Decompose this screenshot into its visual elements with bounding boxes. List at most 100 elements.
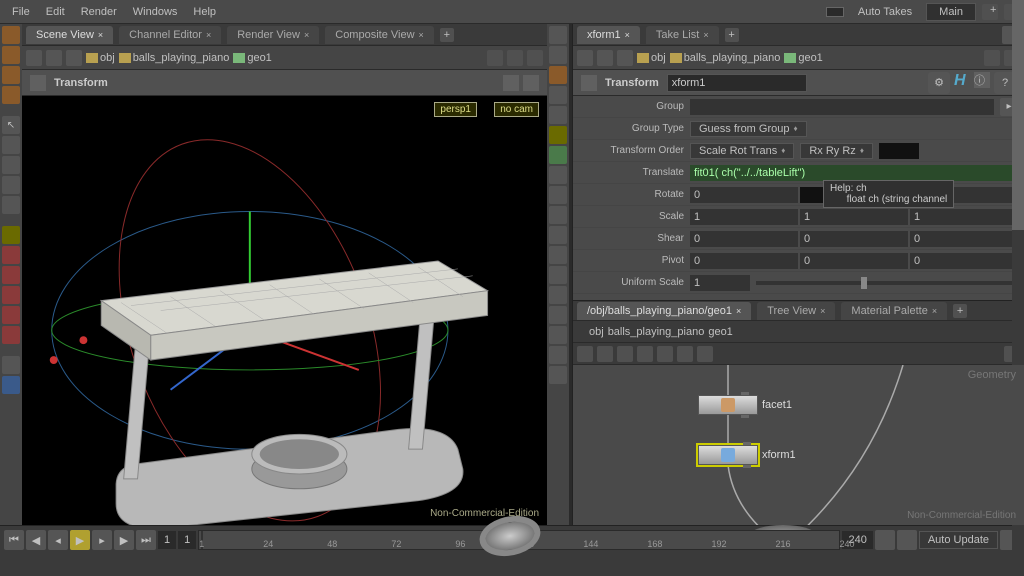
tab-render-view[interactable]: Render View× <box>227 26 319 44</box>
display-tool-8[interactable] <box>549 166 567 184</box>
nav-up-icon[interactable] <box>66 50 82 66</box>
tab-composite-view[interactable]: Composite View× <box>325 26 434 44</box>
tool-camera[interactable] <box>2 356 20 374</box>
current-frame-field[interactable]: 1 <box>178 531 196 549</box>
display-tool-1[interactable] <box>549 26 567 44</box>
tab-scene-view[interactable]: Scene View× <box>26 26 113 44</box>
display-tool-2[interactable] <box>549 46 567 64</box>
last-frame-button[interactable]: ⏭ <box>136 530 156 550</box>
param-scrollbar[interactable] <box>1012 96 1024 301</box>
tool-group[interactable] <box>2 86 20 104</box>
tool-lasso[interactable] <box>2 136 20 154</box>
sel-xformorder[interactable]: Scale Rot Trans♦ <box>690 143 794 159</box>
tool-snap2[interactable] <box>2 266 20 284</box>
tool-render[interactable] <box>2 376 20 394</box>
sz-field[interactable]: 1 <box>910 209 1018 225</box>
display-tool-11[interactable] <box>549 226 567 244</box>
nav-back-icon[interactable] <box>26 50 42 66</box>
first-frame-button[interactable]: ⏮ <box>4 530 24 550</box>
tab-add[interactable]: + <box>440 28 454 42</box>
sx-field[interactable]: 1 <box>690 209 798 225</box>
shz-field[interactable]: 0 <box>910 231 1018 247</box>
node-facet1[interactable]: facet1 <box>698 395 792 415</box>
net-tool-tree-icon[interactable] <box>617 346 633 362</box>
menu-help[interactable]: Help <box>185 6 224 18</box>
menu-file[interactable]: File <box>4 6 38 18</box>
tool-xform[interactable] <box>2 226 20 244</box>
prev-frame-button[interactable]: ◂ <box>48 530 68 550</box>
tab-material-palette[interactable]: Material Palette× <box>841 302 947 320</box>
tool-snap3[interactable] <box>2 286 20 304</box>
display-tool-3[interactable] <box>549 66 567 84</box>
uniform-field[interactable]: 1 <box>690 275 750 291</box>
crumb-geo[interactable]: geo1 <box>233 52 271 64</box>
display-tool-15[interactable] <box>549 306 567 324</box>
display-tool-5[interactable] <box>549 106 567 124</box>
display-tool-9[interactable] <box>549 186 567 204</box>
plus-icon[interactable]: + <box>982 4 998 20</box>
param-crumb-scene[interactable]: balls_playing_piano <box>670 52 781 64</box>
display-tool-17[interactable] <box>549 346 567 364</box>
param-info-icon[interactable]: ⓘ <box>974 72 990 88</box>
prev-key-button[interactable]: ◀ <box>26 530 46 550</box>
display-tool-14[interactable] <box>549 286 567 304</box>
menu-render[interactable]: Render <box>73 6 125 18</box>
net-tool-list-icon[interactable] <box>577 346 593 362</box>
nav-fwd-icon[interactable] <box>46 50 62 66</box>
fld-translate-expr[interactable]: fit01( ch("../../tableLift") <box>690 165 1018 181</box>
param-crumb-geo[interactable]: geo1 <box>784 52 822 64</box>
viewport-3d[interactable]: persp1 no cam Non-Commercial-Edition <box>22 96 547 525</box>
tool-brush[interactable] <box>2 156 20 174</box>
net-crumb-geo[interactable]: geo1 <box>708 326 732 338</box>
rx-field[interactable]: 0 <box>690 187 798 203</box>
auto-takes-checkbox[interactable] <box>826 7 844 17</box>
pathbar-tool1-icon[interactable] <box>487 50 503 66</box>
node-xform1[interactable]: xform1 <box>698 445 796 465</box>
pathbar-tool2-icon[interactable] <box>507 50 523 66</box>
shy-field[interactable]: 0 <box>800 231 908 247</box>
param-nav-back-icon[interactable] <box>577 50 593 66</box>
next-key-button[interactable]: ▶ <box>114 530 134 550</box>
next-frame-button[interactable]: ▸ <box>92 530 112 550</box>
net-tool-7-icon[interactable] <box>697 346 713 362</box>
net-crumb-scene[interactable]: balls_playing_piano <box>608 326 705 338</box>
tab-network-path[interactable]: /obj/balls_playing_piano/geo1× <box>577 302 751 320</box>
tool-view[interactable] <box>2 176 20 194</box>
display-tool-16[interactable] <box>549 326 567 344</box>
pz-field[interactable]: 0 <box>910 253 1018 269</box>
sel-grouptype[interactable]: Guess from Group♦ <box>690 121 807 137</box>
key-button[interactable] <box>897 530 917 550</box>
nocam-badge[interactable]: no cam <box>494 102 539 117</box>
tool-snap5[interactable] <box>2 326 20 344</box>
net-tab-add[interactable]: + <box>953 304 967 318</box>
fld-group[interactable] <box>690 99 994 115</box>
tool-components[interactable] <box>2 46 20 64</box>
desktop-menu[interactable]: Main <box>926 3 976 21</box>
display-tool-6[interactable] <box>549 126 567 144</box>
menu-windows[interactable]: Windows <box>125 6 186 18</box>
auto-update-menu[interactable]: Auto Update <box>919 531 998 549</box>
net-tool-5-icon[interactable] <box>657 346 673 362</box>
realtime-button[interactable] <box>875 530 895 550</box>
net-crumb-obj[interactable]: obj <box>589 326 604 338</box>
param-crumb-obj[interactable]: obj <box>637 52 666 64</box>
sel-rotorder[interactable]: Rx Ry Rz♦ <box>800 143 873 159</box>
tool-object[interactable] <box>2 26 20 44</box>
network-canvas[interactable]: facet1 xform1 Geometry Non-Commercial-Ed… <box>573 365 1024 525</box>
tab-xform1[interactable]: xform1× <box>577 26 640 44</box>
tool-snap1[interactable] <box>2 246 20 264</box>
houdini-icon[interactable]: H <box>954 72 970 88</box>
tool-handle[interactable] <box>2 196 20 214</box>
display-tool-18[interactable] <box>549 366 567 384</box>
tab-channel-editor[interactable]: Channel Editor× <box>119 26 221 44</box>
tab-tree-view[interactable]: Tree View× <box>757 302 835 320</box>
tool-fuse[interactable] <box>2 66 20 84</box>
viewport-opt2-icon[interactable] <box>523 75 539 91</box>
py-field[interactable]: 0 <box>800 253 908 269</box>
param-nav-up-icon[interactable] <box>617 50 633 66</box>
viewport-opt1-icon[interactable] <box>503 75 519 91</box>
param-nav-fwd-icon[interactable] <box>597 50 613 66</box>
start-frame-field[interactable]: 1 <box>158 531 176 549</box>
tab-take-list[interactable]: Take List× <box>646 26 719 44</box>
display-tool-12[interactable] <box>549 246 567 264</box>
